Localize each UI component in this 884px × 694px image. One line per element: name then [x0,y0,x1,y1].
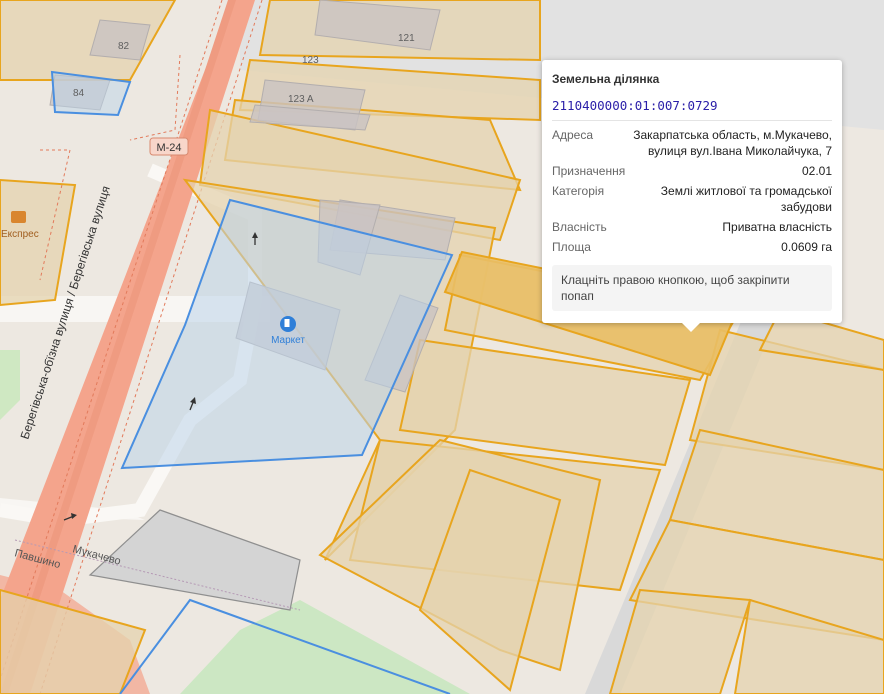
parcel-info-popup[interactable]: Земельна ділянка 2110400000:01:007:0729 … [542,60,842,332]
row-purpose-key: Призначення [552,164,626,178]
coffee-cup-icon [11,211,26,223]
popup-title: Земельна ділянка [552,72,660,86]
row-category-key: Категорія [552,184,605,198]
store-label: Маркет [271,335,305,346]
row-area: Площа 0.0609 га [552,239,832,255]
row-purpose: Призначення 02.01 [552,163,832,179]
row-area-value: 0.0609 га [781,240,832,254]
road-badge: M-24 [149,137,189,156]
poi-label: Експрес [1,229,39,240]
row-ownership-key: Власність [552,220,607,234]
row-category: Категорія Землі житлової та громадської … [552,183,832,215]
road-badge-label: M-24 [156,142,181,154]
building-label-121: 121 [398,33,415,44]
building-label-123a: 123 A [288,94,314,105]
building-label-123: 123 [302,55,319,66]
parcel-attributes: Адреса Закарпатська область, м.Мукачево,… [552,127,832,255]
row-ownership: Власність Приватна власність [552,219,832,235]
row-category-value: Землі житлової та громадської забудови [660,184,832,214]
row-ownership-value: Приватна власність [722,220,832,234]
pin-popup-hint: Клацніть правою кнопкою, щоб закріпити п… [552,265,832,311]
row-address: Адреса Закарпатська область, м.Мукачево,… [552,127,832,159]
cadastral-number: 2110400000:01:007:0729 [552,98,832,121]
building-label-82: 82 [118,41,130,52]
row-purpose-value: 02.01 [801,164,832,178]
row-address-value: Закарпатська область, м.Мукачево, вулиця… [633,128,832,158]
building-label-84: 84 [73,88,85,99]
row-address-key: Адреса [552,128,594,142]
row-area-key: Площа [552,240,591,254]
fuel-icon-pump [284,319,290,327]
